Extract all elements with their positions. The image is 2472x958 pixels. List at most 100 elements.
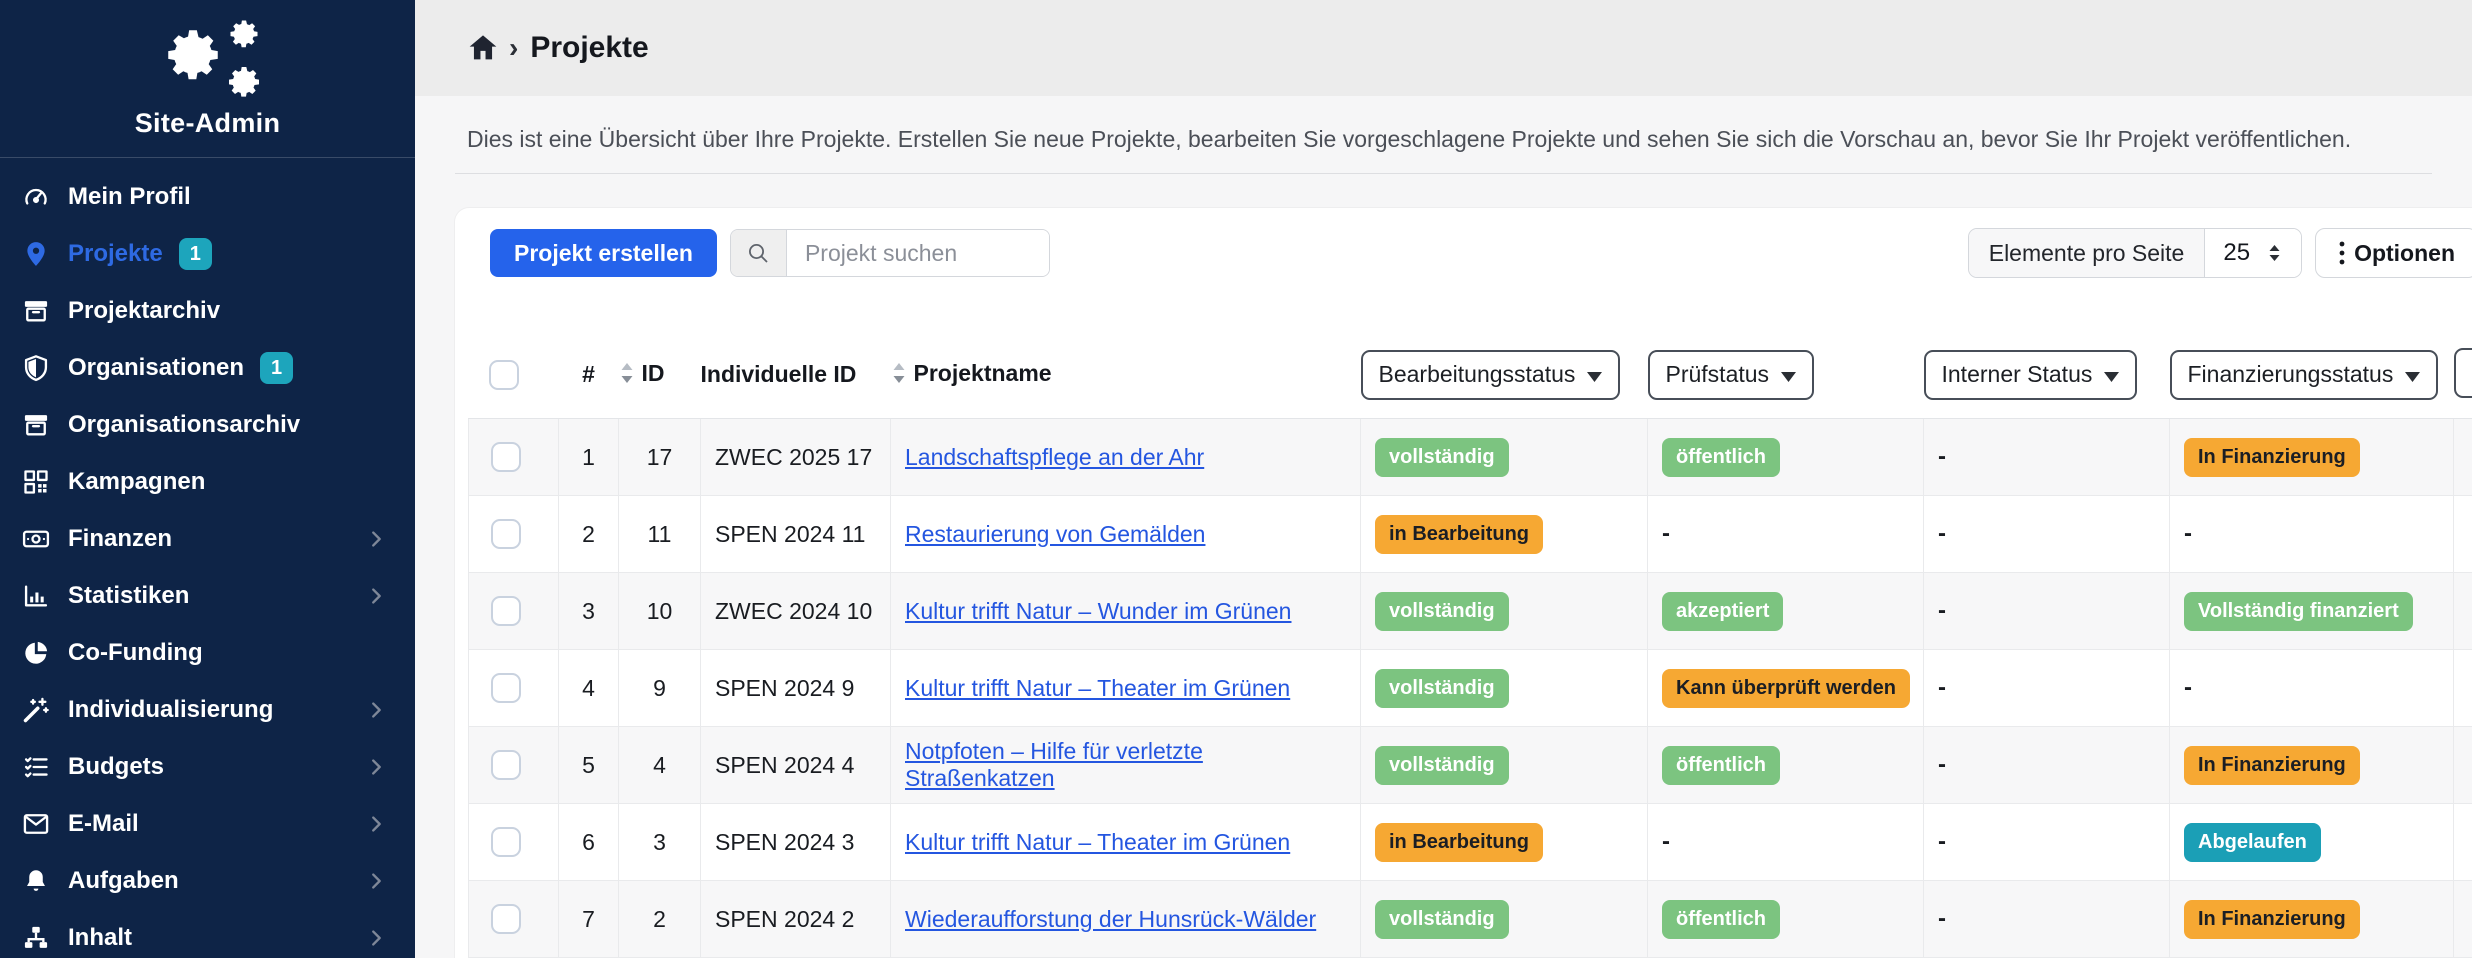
cell-name: Notpfoten – Hilfe für verletzte Straßenk…	[891, 727, 1361, 804]
sidebar-item-individualisierung[interactable]: Individualisierung	[0, 681, 415, 738]
sort-icon[interactable]	[619, 362, 635, 384]
cell-id: 4	[619, 727, 701, 804]
filter-button-pr-fstatus[interactable]: Prüfstatus	[1648, 350, 1815, 400]
empty-value: -	[2184, 520, 2192, 547]
project-link[interactable]: Kultur trifft Natur – Theater im Grünen	[905, 829, 1290, 855]
project-link[interactable]: Kultur trifft Natur – Wunder im Grünen	[905, 598, 1291, 624]
status-badge: Abgelaufen	[2184, 823, 2321, 862]
sidebar-item-statistiken[interactable]: Statistiken	[0, 567, 415, 624]
project-link[interactable]: Notpfoten – Hilfe für verletzte Straßenk…	[905, 738, 1203, 791]
gears-logo-icon	[148, 16, 268, 104]
cell-id: 17	[619, 419, 701, 496]
empty-value: -	[1938, 751, 1946, 778]
sidebar-item-e-mail[interactable]: E-Mail	[0, 795, 415, 852]
empty-value: -	[2184, 674, 2192, 701]
breadcrumb-separator: ›	[509, 32, 518, 64]
row-checkbox[interactable]	[491, 827, 521, 857]
table-header-row: # ID Individuelle ID	[469, 331, 2472, 419]
project-link[interactable]: Landschaftspflege an der Ahr	[905, 444, 1204, 470]
sort-icon[interactable]	[891, 362, 907, 384]
main-area: › Projekte Dies ist eine Übersicht über …	[415, 0, 2472, 958]
per-page-select[interactable]: 25	[2205, 229, 2301, 277]
cell-interner-status: -	[1924, 496, 2170, 573]
filter-button-interner-status[interactable]: Interner Status	[1924, 350, 2138, 400]
row-checkbox[interactable]	[491, 596, 521, 626]
status-badge: in Bearbeitung	[1375, 515, 1543, 554]
cell-id: 11	[619, 496, 701, 573]
cell-interner-status: -	[1924, 727, 2170, 804]
app-title: Site-Admin	[0, 108, 415, 139]
cell-pruefstatus: akzeptiert	[1648, 573, 1924, 650]
filter-button-partial[interactable]	[2454, 348, 2472, 398]
cell-name: Wiederaufforstung der Hunsrück-Wälder	[891, 881, 1361, 958]
select-all-checkbox[interactable]	[489, 360, 519, 390]
cell-num: 5	[559, 727, 619, 804]
sidebar-item-finanzen[interactable]: Finanzen	[0, 510, 415, 567]
row-checkbox[interactable]	[491, 904, 521, 934]
filter-button-finanzierungsstatus[interactable]: Finanzierungsstatus	[2170, 350, 2439, 400]
table-row: 3 10 ZWEC 2024 10 Kultur trifft Natur – …	[469, 573, 2472, 650]
cell-bearbeitungsstatus: vollständig	[1361, 881, 1648, 958]
sidebar-item-kampagnen[interactable]: Kampagnen	[0, 453, 415, 510]
cell-interner-status: -	[1924, 419, 2170, 496]
project-link[interactable]: Restaurierung von Gemälden	[905, 521, 1205, 547]
row-checkbox[interactable]	[491, 442, 521, 472]
intro-text: Dies ist eine Übersicht über Ihre Projek…	[467, 126, 2432, 153]
search-input[interactable]	[787, 230, 1049, 276]
cell-finanzierungsstatus: In Finanzierung	[2170, 727, 2454, 804]
project-link[interactable]: Wiederaufforstung der Hunsrück-Wälder	[905, 906, 1316, 932]
envelope-icon	[22, 809, 56, 839]
row-checkbox[interactable]	[491, 519, 521, 549]
sidebar-item-mein-profil[interactable]: Mein Profil	[0, 168, 415, 225]
per-page-label: Elemente pro Seite	[1969, 229, 2206, 277]
column-header-name: Projektname	[891, 360, 1052, 387]
count-badge: 1	[260, 352, 293, 384]
sidebar-item-projektarchiv[interactable]: Projektarchiv	[0, 282, 415, 339]
cell-custom-id: SPEN 2024 11	[701, 496, 891, 573]
sidebar-item-organisationen[interactable]: Organisationen 1	[0, 339, 415, 396]
projects-card: Projekt erstellen Elemente pro Seite 25	[455, 208, 2472, 958]
cell-finanzierungsstatus: Abgelaufen	[2170, 804, 2454, 881]
banknote-icon	[22, 524, 56, 554]
cell-overflow	[2454, 573, 2472, 650]
magic-wand-icon	[22, 695, 56, 725]
cell-overflow	[2454, 881, 2472, 958]
cell-bearbeitungsstatus: in Bearbeitung	[1361, 804, 1648, 881]
cell-finanzierungsstatus: Vollständig finanziert	[2170, 573, 2454, 650]
row-checkbox[interactable]	[491, 750, 521, 780]
sidebar-item-organisationsarchiv[interactable]: Organisationsarchiv	[0, 396, 415, 453]
cell-pruefstatus: Kann überprüft werden	[1648, 650, 1924, 727]
status-badge: vollständig	[1375, 746, 1509, 785]
cell-id: 3	[619, 804, 701, 881]
sidebar-nav: Mein Profil Projekte 1 Projektarchiv Org…	[0, 158, 415, 958]
sidebar: Site-Admin Mein Profil Projekte 1 Projek…	[0, 0, 415, 958]
sidebar-item-budgets[interactable]: Budgets	[0, 738, 415, 795]
cell-custom-id: SPEN 2024 9	[701, 650, 891, 727]
status-badge: Kann überprüft werden	[1662, 669, 1910, 708]
home-icon[interactable]	[467, 32, 499, 64]
sidebar-item-projekte[interactable]: Projekte 1	[0, 225, 415, 282]
sidebar-item-aufgaben[interactable]: Aufgaben	[0, 852, 415, 909]
list-check-icon	[22, 752, 56, 782]
cell-pruefstatus: -	[1648, 804, 1924, 881]
empty-value: -	[1938, 520, 1946, 547]
cell-num: 3	[559, 573, 619, 650]
options-button[interactable]: Optionen	[2315, 228, 2472, 278]
cell-name: Landschaftspflege an der Ahr	[891, 419, 1361, 496]
status-badge: öffentlich	[1662, 746, 1780, 785]
status-badge: akzeptiert	[1662, 592, 1783, 631]
sidebar-item-co-funding[interactable]: Co-Funding	[0, 624, 415, 681]
project-link[interactable]: Kultur trifft Natur – Theater im Grünen	[905, 675, 1290, 701]
sidebar-item-inhalt[interactable]: Inhalt	[0, 909, 415, 958]
caret-updown-icon	[2266, 243, 2283, 263]
cell-custom-id: SPEN 2024 4	[701, 727, 891, 804]
empty-value: -	[1938, 597, 1946, 624]
status-badge: vollständig	[1375, 592, 1509, 631]
qr-grid-icon	[22, 467, 56, 497]
filter-button-bearbeitungsstatus[interactable]: Bearbeitungsstatus	[1361, 350, 1621, 400]
cell-interner-status: -	[1924, 573, 2170, 650]
column-header-id: ID	[619, 360, 665, 387]
table-row: 1 17 ZWEC 2025 17 Landschaftspflege an d…	[469, 419, 2472, 496]
create-project-button[interactable]: Projekt erstellen	[490, 229, 717, 277]
row-checkbox[interactable]	[491, 673, 521, 703]
